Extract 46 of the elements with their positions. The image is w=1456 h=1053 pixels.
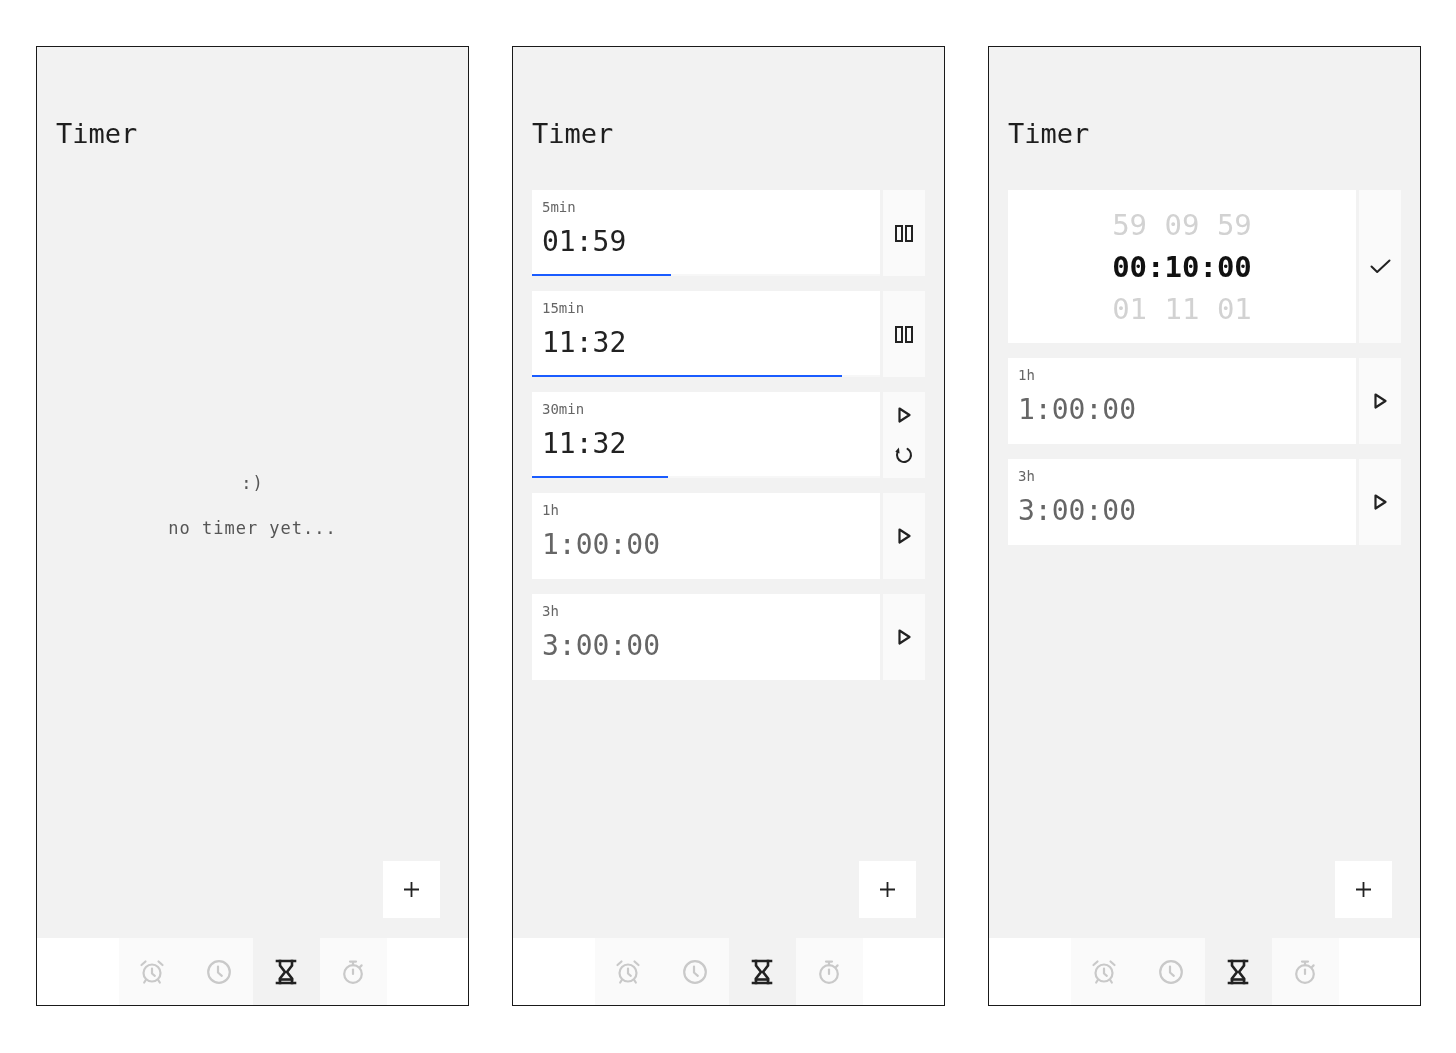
- stopwatch-icon: [340, 958, 366, 985]
- check-icon: [1369, 259, 1391, 274]
- empty-emoticon: :): [241, 472, 264, 495]
- timer-label: 5min: [542, 199, 576, 215]
- timer-label: 3h: [542, 603, 559, 619]
- empty-message: no timer yet...: [168, 517, 337, 540]
- screen-title: Timer: [56, 118, 138, 150]
- nav-tab[interactable]: [728, 938, 796, 1005]
- alarm-clock-icon: [1091, 958, 1117, 985]
- plus-icon: [879, 881, 896, 898]
- nav-tab[interactable]: [1204, 938, 1272, 1005]
- play-icon: [1373, 494, 1387, 510]
- nav-tab[interactable]: [252, 938, 320, 1005]
- timer-label: 1h: [1018, 367, 1035, 383]
- pause-icon: [895, 224, 913, 242]
- timer-time: 3:00:00: [1018, 494, 1136, 528]
- timer-time: 11:32: [542, 326, 627, 360]
- screen-title: Timer: [1008, 118, 1090, 150]
- plus-icon: [403, 881, 420, 898]
- timer-time: 1:00:00: [542, 528, 660, 562]
- timer-label: 3h: [1018, 468, 1035, 484]
- hourglass-icon: [275, 958, 297, 985]
- hourglass-icon: [751, 958, 773, 985]
- alarm-clock-icon: [139, 958, 165, 985]
- clock-icon: [682, 958, 708, 985]
- timer-time: 3:00:00: [542, 629, 660, 663]
- screen-title: Timer: [532, 118, 614, 150]
- hourglass-icon: [1227, 958, 1249, 985]
- timer-label: 1h: [542, 502, 559, 518]
- alarm-clock-icon: [615, 958, 641, 985]
- plus-icon: [1355, 881, 1372, 898]
- play-icon: [897, 629, 911, 645]
- timer-time: 1:00:00: [1018, 393, 1136, 427]
- play-icon: [1373, 393, 1387, 409]
- timer-label: 30min: [542, 401, 585, 417]
- pause-icon: [895, 325, 913, 343]
- clock-icon: [1158, 958, 1184, 985]
- play-icon: [897, 528, 911, 544]
- timer-time: 01:59: [542, 225, 627, 259]
- stopwatch-icon: [1292, 958, 1318, 985]
- clock-icon: [206, 958, 232, 985]
- picker-value: 00:10:00: [1112, 248, 1252, 286]
- timer-label: 15min: [542, 300, 585, 316]
- stopwatch-icon: [816, 958, 842, 985]
- play-icon: [897, 406, 911, 423]
- timer-time: 11:32: [542, 427, 627, 461]
